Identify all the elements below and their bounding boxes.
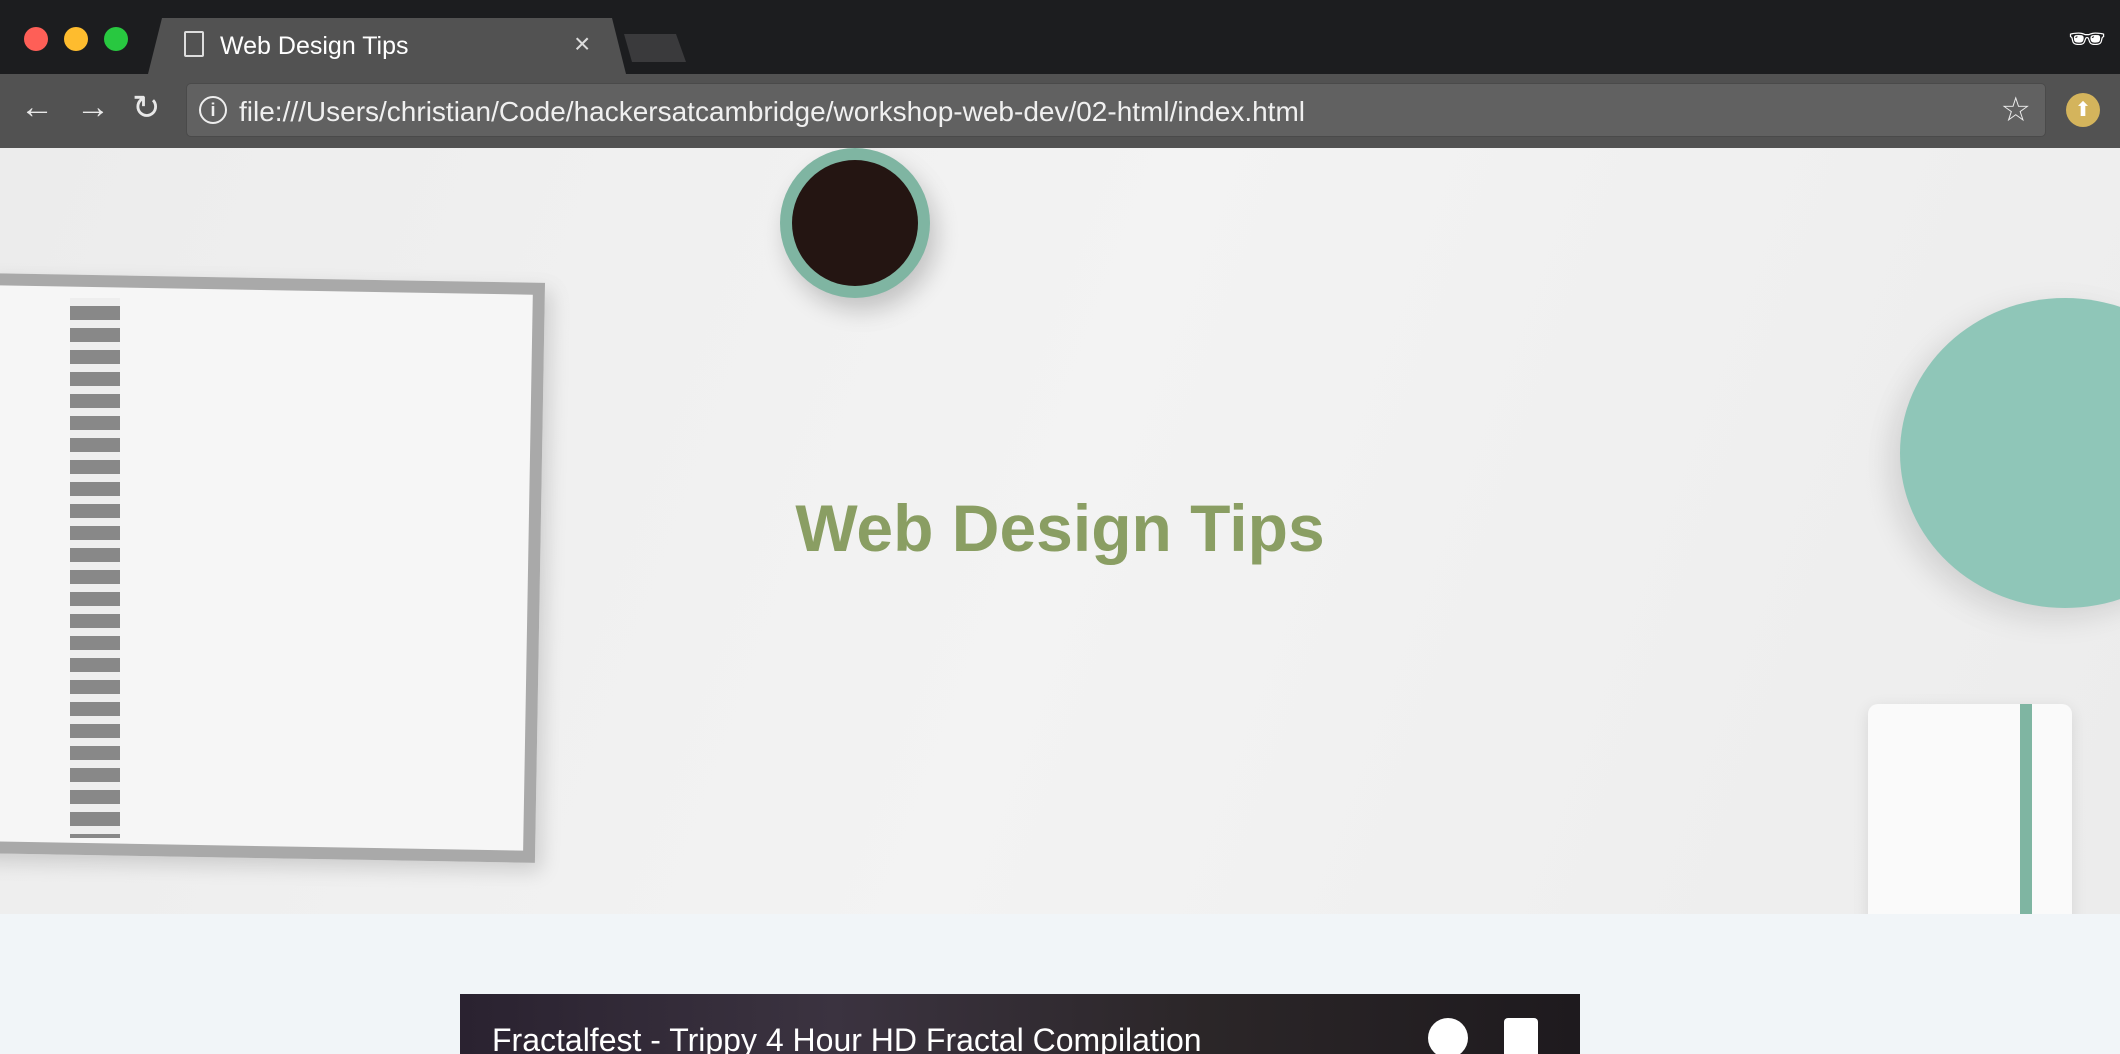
close-window-button[interactable] (24, 27, 48, 51)
minimize-window-button[interactable] (64, 27, 88, 51)
tab-title: Web Design Tips (220, 32, 409, 60)
watch-later-icon[interactable] (1428, 1018, 1468, 1054)
reload-icon[interactable]: ↻ (132, 88, 161, 128)
close-tab-icon[interactable]: × (574, 28, 590, 60)
video-title[interactable]: Fractalfest - Trippy 4 Hour HD Fractal C… (492, 1022, 1202, 1054)
video-embed[interactable]: Fractalfest - Trippy 4 Hour HD Fractal C… (460, 994, 1580, 1054)
page-title: Web Design Tips (795, 491, 1325, 565)
maximize-window-button[interactable] (104, 27, 128, 51)
incognito-icon: 🕶 (2068, 23, 2107, 56)
tab-bar: Web Design Tips × 🕶 (0, 0, 2120, 74)
forward-icon[interactable]: → (76, 88, 110, 127)
toolbar: ← → ↻ i file:///Users/christian/Code/hac… (0, 74, 2120, 148)
hero-banner: Web Design Tips (0, 148, 2120, 914)
extension-upload-icon[interactable]: ⬆ (2066, 93, 2100, 127)
info-icon[interactable]: i (199, 96, 227, 124)
tab-active[interactable]: Web Design Tips × (148, 18, 626, 74)
document-icon (184, 31, 204, 57)
new-tab-button[interactable] (624, 34, 686, 62)
url-text[interactable]: file:///Users/christian/Code/hackersatca… (239, 96, 1305, 128)
coffee-cup-image (780, 148, 930, 298)
address-bar[interactable]: i file:///Users/christian/Code/hackersat… (186, 83, 2046, 137)
back-icon[interactable]: ← (20, 88, 54, 127)
notepad-image (1868, 704, 2072, 914)
spiral-image (70, 298, 120, 838)
bookmark-star-icon[interactable]: ☆ (2001, 90, 2031, 130)
share-icon[interactable] (1504, 1018, 1538, 1054)
